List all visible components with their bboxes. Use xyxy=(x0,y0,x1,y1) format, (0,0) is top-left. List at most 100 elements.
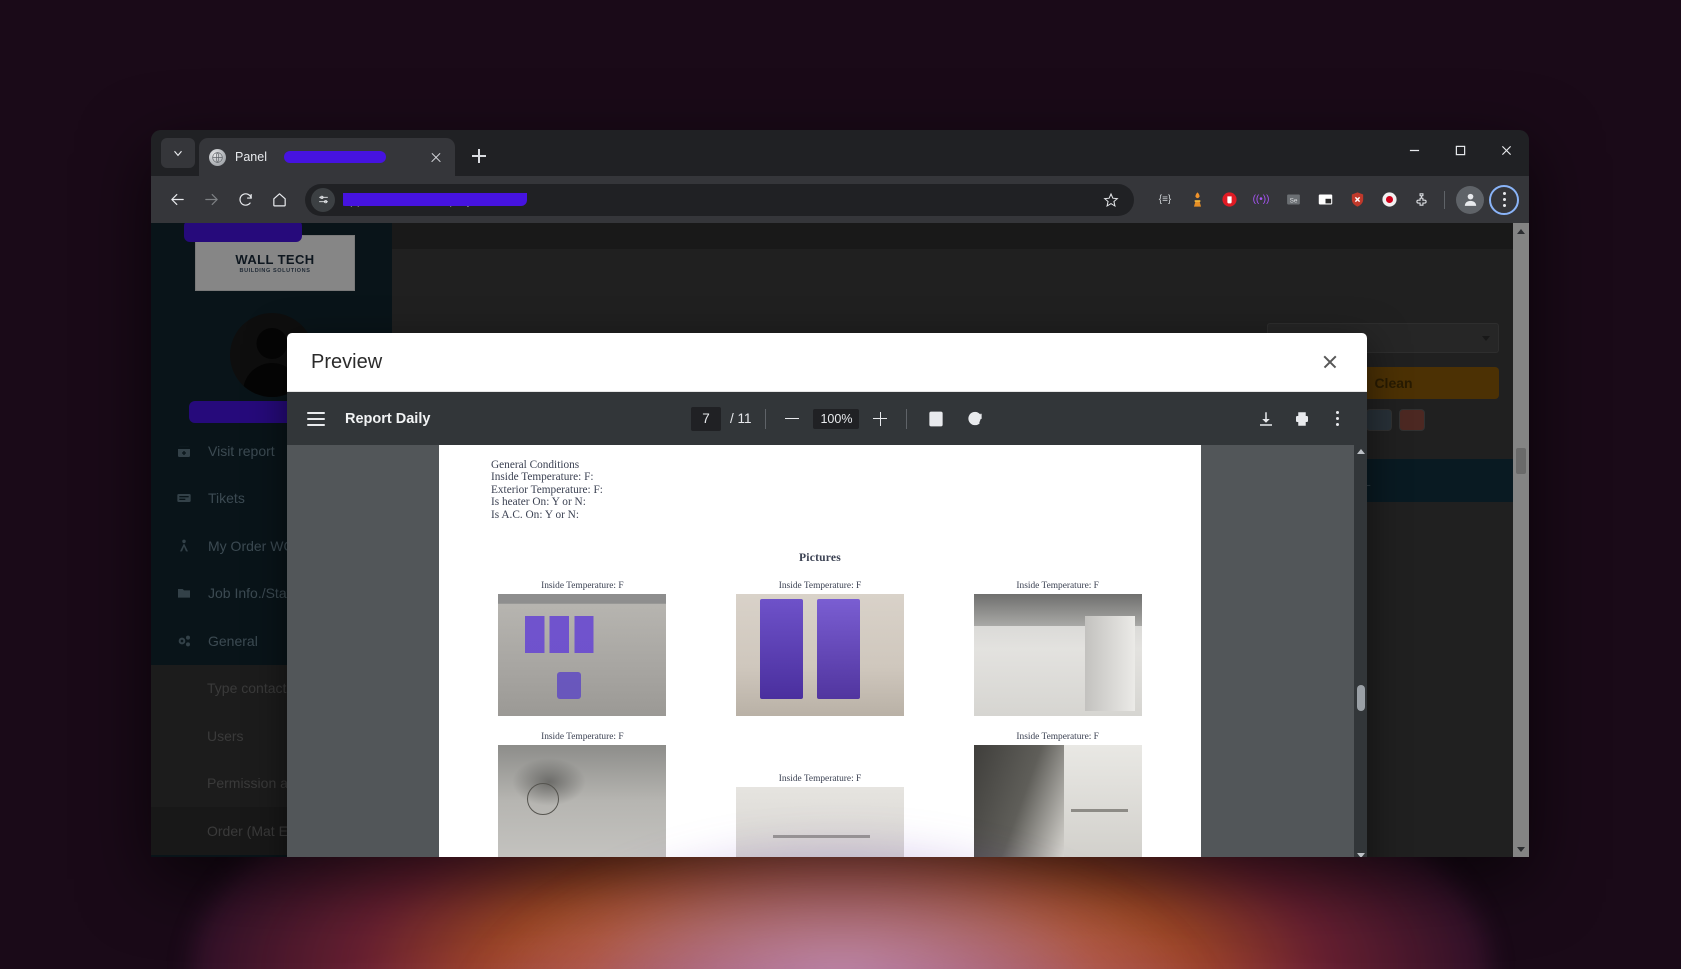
tab-search-button[interactable] xyxy=(161,138,195,168)
download-icon xyxy=(1257,410,1275,428)
pdf-document-name: Report Daily xyxy=(345,411,430,427)
divider xyxy=(906,409,907,429)
back-button[interactable] xyxy=(161,184,193,216)
scrollbar-thumb[interactable] xyxy=(1357,685,1365,711)
report-photo xyxy=(974,745,1142,857)
pdf-page: General Conditions Inside Temperature: F… xyxy=(439,445,1201,857)
forward-button[interactable] xyxy=(195,184,227,216)
selenium-ide-extension-icon[interactable]: Se xyxy=(1278,185,1308,215)
doc-line: General Conditions xyxy=(491,459,1149,471)
account-avatar-icon xyxy=(1462,191,1479,208)
preview-modal: Preview Report Daily / 11 100% xyxy=(287,333,1367,857)
extensions-puzzle-icon[interactable] xyxy=(1406,185,1436,215)
json-formatter-extension-icon[interactable]: {≡} xyxy=(1150,185,1180,215)
star-icon xyxy=(1103,192,1119,208)
arrow-right-icon xyxy=(203,191,220,208)
browser-tab-strip: Panel xyxy=(151,130,1529,176)
picture-caption: Inside Temperature: F xyxy=(1016,732,1098,742)
window-controls xyxy=(1391,130,1529,176)
address-bar[interactable]: appsheet.com/info-project xyxy=(305,184,1134,216)
profile-button[interactable] xyxy=(1456,186,1484,214)
scroll-down-arrow-icon[interactable] xyxy=(1354,849,1367,857)
picture-caption: Inside Temperature: F xyxy=(541,581,623,591)
divider xyxy=(765,409,766,429)
page-total-label: / 11 xyxy=(730,411,752,426)
print-button[interactable] xyxy=(1287,404,1317,434)
close-icon[interactable] xyxy=(427,148,445,166)
picture-cell: Inside Temperature: F xyxy=(729,581,912,716)
doc-section-heading: Pictures xyxy=(491,551,1149,564)
zoom-level-value[interactable]: 100% xyxy=(813,409,859,429)
picture-cell: Inside Temperature: F xyxy=(491,581,674,716)
pdf-page-controls: / 11 100% xyxy=(691,404,991,434)
screen-recorder-extension-icon[interactable] xyxy=(1374,185,1404,215)
window-close-icon[interactable] xyxy=(1483,130,1529,170)
tune-icon xyxy=(317,193,330,206)
page-viewport: WALL TECH BUILDING SOLUTIONS Visit repor… xyxy=(151,223,1529,857)
keeper-extension-icon[interactable] xyxy=(1182,185,1212,215)
rotate-button[interactable] xyxy=(960,404,990,434)
doc-line: Is heater On: Y or N: xyxy=(491,496,1149,508)
address-bar-url: appsheet.com/info-project xyxy=(343,193,1088,207)
extensions-area: {≡} ((•)) Se xyxy=(1144,185,1519,215)
browser-menu-button[interactable] xyxy=(1489,185,1519,215)
pdf-toolbar-actions xyxy=(1251,404,1353,434)
report-photo xyxy=(736,787,904,857)
doc-line: Is A.C. On: Y or N: xyxy=(491,509,1149,521)
zoom-in-button[interactable] xyxy=(868,407,892,431)
reload-button[interactable] xyxy=(229,184,261,216)
redaction-bar xyxy=(284,151,386,163)
maximize-icon[interactable] xyxy=(1437,130,1483,170)
browser-tab[interactable]: Panel xyxy=(199,138,455,176)
picture-cell: Inside Temperature: F xyxy=(491,732,674,857)
picture-cell: Inside Temperature: F xyxy=(966,732,1149,857)
picture-caption: Inside Temperature: F xyxy=(779,581,861,591)
pdf-toolbar: Report Daily / 11 100% xyxy=(287,392,1367,445)
page-title: Preview xyxy=(311,351,382,374)
report-photo xyxy=(498,594,666,716)
scroll-up-arrow-icon[interactable] xyxy=(1354,445,1367,458)
picture-cell: Inside Temperature: F xyxy=(729,774,912,857)
reload-icon xyxy=(237,191,254,208)
fit-to-page-button[interactable] xyxy=(921,404,951,434)
new-tab-button[interactable] xyxy=(465,142,493,170)
page-number-input[interactable] xyxy=(691,407,721,431)
report-photo xyxy=(974,594,1142,716)
picture-cell: Inside Temperature: F xyxy=(966,581,1149,716)
three-dot-menu-icon xyxy=(1503,192,1506,195)
zoom-out-button[interactable] xyxy=(780,407,804,431)
pdf-more-menu-button[interactable] xyxy=(1323,404,1353,434)
download-button[interactable] xyxy=(1251,404,1281,434)
picture-in-picture-extension-icon[interactable] xyxy=(1310,185,1340,215)
home-icon xyxy=(271,191,288,208)
rotate-icon xyxy=(966,410,984,428)
bookmark-button[interactable] xyxy=(1096,185,1126,215)
picture-caption: Inside Temperature: F xyxy=(541,732,623,742)
wappalyzer-extension-icon[interactable]: ((•)) xyxy=(1246,185,1276,215)
desktop-wallpaper: Panel xyxy=(0,0,1681,969)
ublock-origin-extension-icon[interactable] xyxy=(1342,185,1372,215)
pdf-sidebar-toggle-button[interactable] xyxy=(301,404,331,434)
site-settings-button[interactable] xyxy=(311,188,335,212)
url-text: appsheet.com/info-project xyxy=(343,193,487,207)
pdf-render-area[interactable]: General Conditions Inside Temperature: F… xyxy=(287,445,1367,857)
picture-caption: Inside Temperature: F xyxy=(1016,581,1098,591)
chevron-down-icon xyxy=(171,146,185,160)
report-photo xyxy=(736,594,904,716)
globe-icon xyxy=(209,149,226,166)
print-icon xyxy=(1293,410,1311,428)
adblock-extension-icon[interactable] xyxy=(1214,185,1244,215)
pdf-scrollbar[interactable] xyxy=(1354,445,1367,857)
home-button[interactable] xyxy=(263,184,295,216)
picture-grid: Inside Temperature: F Inside Temperature… xyxy=(491,581,1149,857)
arrow-left-icon xyxy=(169,191,186,208)
close-icon[interactable] xyxy=(1317,349,1343,375)
browser-window: Panel xyxy=(151,130,1529,857)
picture-caption: Inside Temperature: F xyxy=(779,774,861,784)
fit-to-page-icon xyxy=(927,410,945,428)
svg-text:Se: Se xyxy=(1289,197,1297,204)
hamburger-menu-icon xyxy=(307,412,325,426)
minimize-icon[interactable] xyxy=(1391,130,1437,170)
browser-toolbar: appsheet.com/info-project {≡} ((•)) Se xyxy=(151,176,1529,223)
doc-line: Exterior Temperature: F: xyxy=(491,484,1149,496)
